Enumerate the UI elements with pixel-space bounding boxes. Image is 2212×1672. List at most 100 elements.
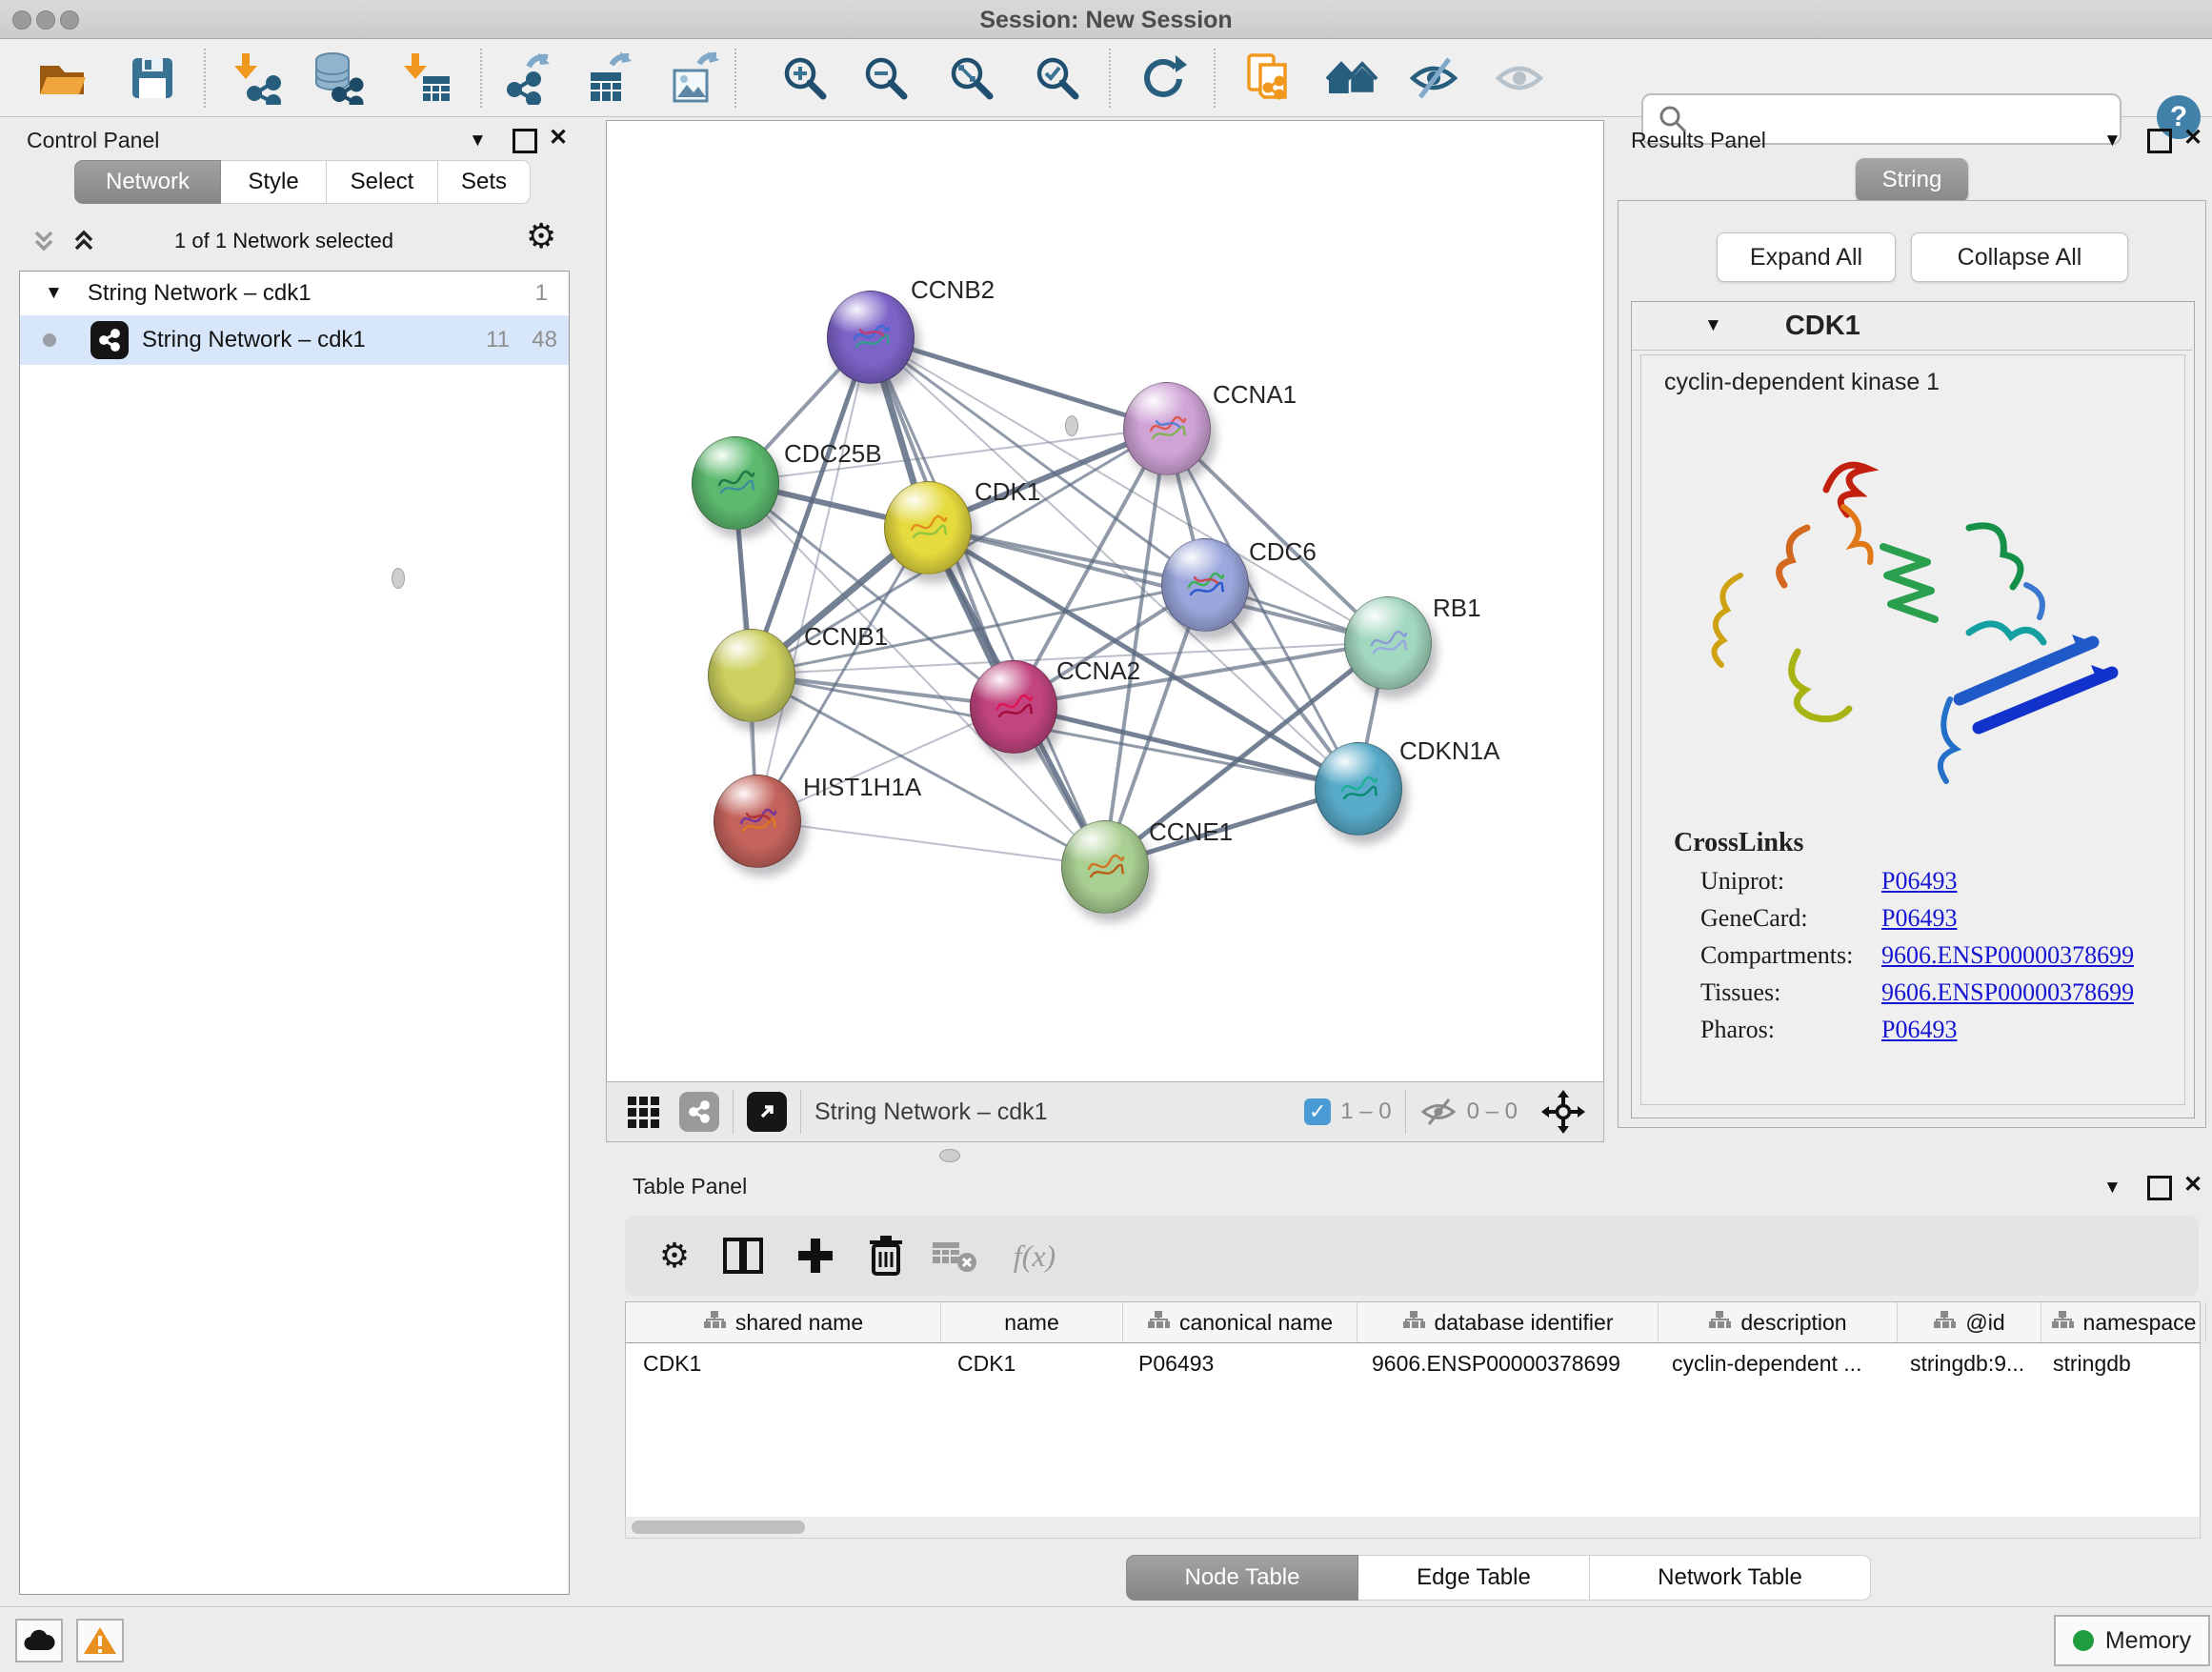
export-image-icon[interactable] [668,50,723,106]
column-header-shared-name[interactable]: shared name [626,1302,941,1342]
delete-column-icon[interactable] [859,1229,913,1282]
tab-select[interactable]: Select [327,160,438,204]
column-header-database-identifier[interactable]: database identifier [1357,1302,1659,1342]
panel-menu-icon[interactable]: ▼ [2103,131,2122,151]
splitter-handle[interactable] [392,568,405,589]
warnings-button[interactable] [76,1619,124,1662]
import-network-file-icon[interactable] [230,50,285,106]
column-header-description[interactable]: description [1659,1302,1898,1342]
crosslink-link[interactable]: 9606.ENSP00000378699 [1881,978,2184,1007]
table-options-gear-icon[interactable]: ⚙ [648,1229,701,1282]
table-cell[interactable]: cyclin-dependent ... [1655,1343,1893,1383]
memory-button[interactable]: Memory [2054,1615,2210,1666]
column-header-id[interactable]: @id [1898,1302,2041,1342]
crosslink-label: Uniprot: [1700,867,1881,896]
column-tree-icon [703,1309,726,1336]
node-hist1h1a[interactable] [714,775,801,868]
show-selected-icon[interactable] [1492,50,1547,106]
zoom-in-icon[interactable] [777,50,833,106]
splitter-handle[interactable] [1065,415,1078,436]
table-cell[interactable]: 9606.ENSP00000378699 [1355,1343,1655,1383]
import-network-database-icon[interactable] [311,50,366,106]
table-cell[interactable]: CDK1 [940,1343,1121,1383]
crosslink-link[interactable]: P06493 [1881,1016,2184,1044]
node-rb1[interactable] [1344,596,1432,690]
float-panel-icon[interactable] [2147,129,2172,153]
grid-view-icon[interactable] [626,1093,664,1131]
tab-string[interactable]: String [1856,158,1968,202]
export-network-icon[interactable] [501,50,556,106]
tab-network-table[interactable]: Network Table [1590,1555,1871,1601]
network-canvas[interactable]: CCNB2CCNA1CDC25BCDK1CDC6RB1CCNB1CCNA2CDK… [606,120,1604,1082]
node-table[interactable]: shared namenamecanonical namedatabase id… [625,1301,2201,1519]
detach-view-icon[interactable] [747,1092,787,1132]
tab-network[interactable]: Network [74,160,221,204]
add-column-icon[interactable] [789,1229,842,1282]
tab-node-table[interactable]: Node Table [1126,1555,1358,1601]
cloud-status-button[interactable] [15,1619,63,1662]
single-view-icon[interactable] [679,1092,719,1132]
node-cdk1[interactable] [884,481,972,574]
expand-all-tree-icon[interactable] [29,227,61,255]
zoom-selected-icon[interactable] [1030,50,1085,106]
show-all-views-icon[interactable] [1325,50,1380,106]
close-panel-icon[interactable]: ✕ [2183,124,2202,151]
panel-menu-icon[interactable]: ▼ [469,131,487,151]
table-row[interactable]: CDK1CDK1P064939606.ENSP00000378699cyclin… [626,1343,2200,1383]
tab-sets[interactable]: Sets [438,160,531,204]
tab-edge-table[interactable]: Edge Table [1358,1555,1590,1601]
close-panel-icon[interactable]: ✕ [2183,1171,2202,1199]
collapse-all-button[interactable]: Collapse All [1911,232,2128,282]
splitter-handle[interactable] [939,1149,960,1162]
float-panel-icon[interactable] [2147,1176,2172,1200]
node-ccna1[interactable] [1123,382,1211,475]
crosslink-link[interactable]: P06493 [1881,867,2184,896]
table-cell[interactable]: P06493 [1121,1343,1355,1383]
refresh-view-icon[interactable] [1135,50,1190,106]
network-row-selected[interactable]: String Network – cdk1 11 48 [20,315,569,365]
hide-selected-icon[interactable] [1406,50,1461,106]
zoom-fit-icon[interactable] [944,50,999,106]
scrollbar-thumb[interactable] [632,1521,805,1534]
node-ccna2[interactable] [970,660,1057,754]
show-columns-icon[interactable] [716,1229,770,1282]
node-cdkn1a[interactable] [1315,742,1402,836]
tab-style[interactable]: Style [221,160,327,204]
collection-expand-icon[interactable]: ▼ [45,283,63,304]
network-selected-status: 1 of 1 Network selected [122,229,446,253]
delete-table-icon[interactable] [928,1229,981,1282]
column-header-name[interactable]: name [941,1302,1123,1342]
table-cell[interactable]: stringdb:9... [1893,1343,2036,1383]
duplicate-network-icon[interactable] [1239,50,1295,106]
panel-menu-icon[interactable]: ▼ [2103,1178,2122,1199]
horizontal-scrollbar[interactable] [625,1517,2201,1539]
selected-nodes-checkbox-icon[interactable]: ✓ [1304,1098,1331,1125]
node-ccnb2[interactable] [827,291,915,384]
node-cdc25b[interactable] [692,436,779,530]
control-panel-title: Control Panel [27,128,159,153]
crosslink-link[interactable]: 9606.ENSP00000378699 [1881,941,2184,970]
function-builder-icon[interactable]: f(x) [996,1229,1073,1282]
network-collection-row[interactable]: ▼ String Network – cdk1 1 [20,272,569,315]
table-cell[interactable]: CDK1 [626,1343,940,1383]
column-header-namespace[interactable]: namespace [2041,1302,2206,1342]
network-options-gear-icon[interactable]: ⚙ [526,219,556,253]
node-result-header[interactable]: ▼ CDK1 [1632,302,2192,351]
export-table-icon[interactable] [582,50,637,106]
fit-selected-crosshair-icon[interactable] [1540,1089,1586,1135]
float-panel-icon[interactable] [513,129,537,153]
crosslink-link[interactable]: P06493 [1881,904,2184,933]
close-panel-icon[interactable]: ✕ [549,124,568,151]
save-session-icon[interactable] [125,50,180,106]
import-table-file-icon[interactable] [399,50,454,106]
open-session-icon[interactable] [34,50,90,106]
table-cell[interactable]: stringdb [2036,1343,2200,1383]
expand-all-button[interactable]: Expand All [1717,232,1896,282]
column-header-canonical-name[interactable]: canonical name [1123,1302,1357,1342]
zoom-out-icon[interactable] [858,50,914,106]
node-cdc6[interactable] [1161,538,1249,632]
collapse-entry-icon[interactable]: ▼ [1704,315,1722,336]
node-ccnb1[interactable] [708,629,795,722]
collapse-all-tree-icon[interactable] [69,227,101,255]
node-ccne1[interactable] [1061,820,1149,914]
